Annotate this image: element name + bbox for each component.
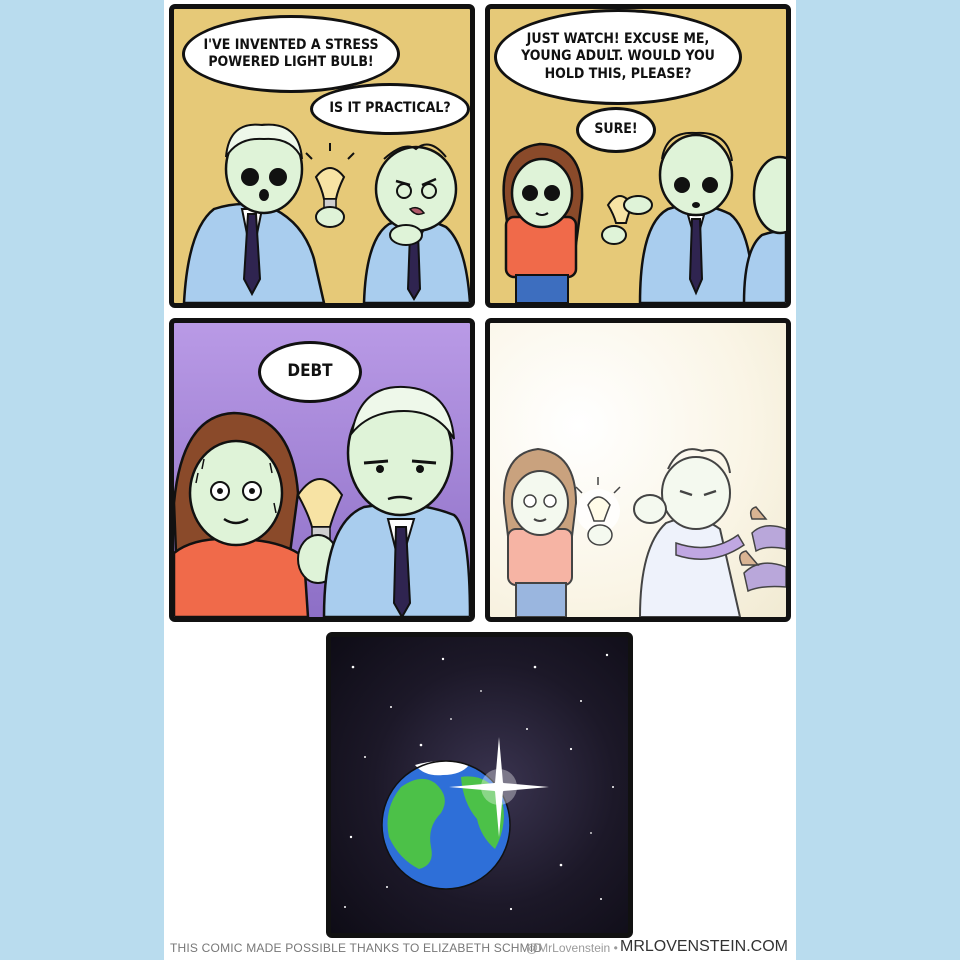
social-handle: @MrLovenstein • <box>526 941 618 955</box>
panel-4 <box>485 318 791 622</box>
handle-text: @MrLovenstein <box>526 941 611 955</box>
separator-dot: • <box>613 941 618 955</box>
speech-bubble-5: DEBT <box>258 341 362 403</box>
panel-1: I'VE INVENTED A STRESS POWERED LIGHT BUL… <box>169 4 475 308</box>
panel-5 <box>326 632 633 938</box>
panel-2: JUST WATCH! EXCUSE ME, YOUNG ADULT. WOUL… <box>485 4 791 308</box>
site-link[interactable]: MRLOVENSTEIN.COM <box>620 938 788 956</box>
panel-3: DEBT <box>169 318 475 622</box>
speech-bubble-4: SURE! <box>576 107 656 153</box>
speech-bubble-3: JUST WATCH! EXCUSE ME, YOUNG ADULT. WOUL… <box>494 9 742 105</box>
credit-text: THIS COMIC MADE POSSIBLE THANKS TO ELIZA… <box>170 941 543 955</box>
comic-footer: THIS COMIC MADE POSSIBLE THANKS TO ELIZA… <box>170 938 790 958</box>
panel-5-art <box>344 653 614 911</box>
speech-bubble-1: I'VE INVENTED A STRESS POWERED LIGHT BUL… <box>182 15 400 93</box>
speech-bubble-2: IS IT PRACTICAL? <box>310 83 470 135</box>
panel-4-art <box>502 447 786 617</box>
